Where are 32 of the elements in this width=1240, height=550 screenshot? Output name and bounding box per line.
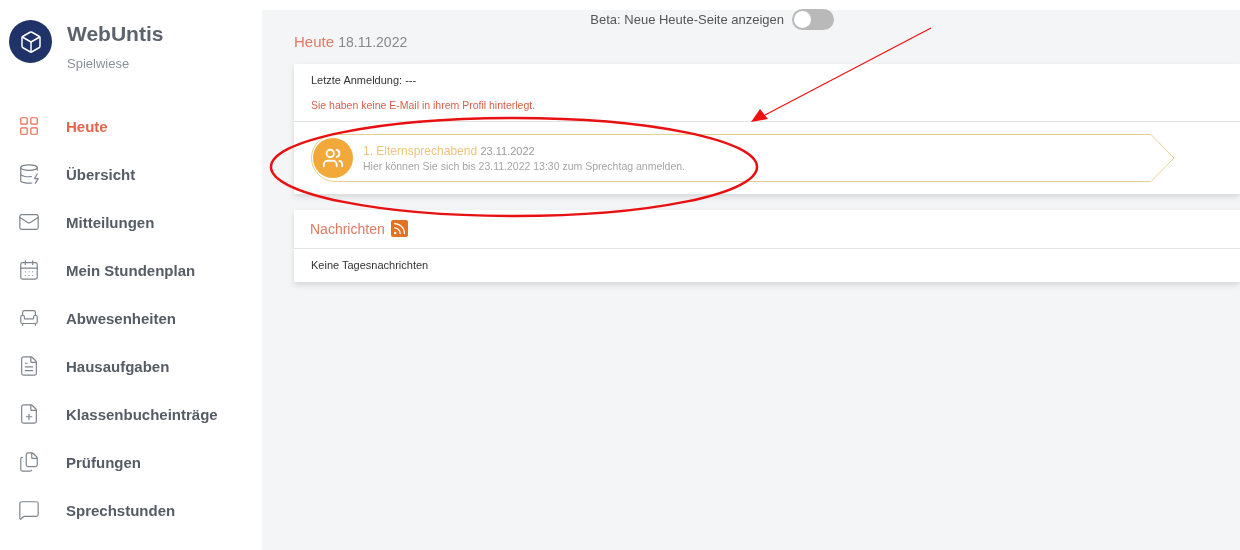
news-text: Keine Tagesnachrichten — [311, 259, 430, 271]
toggle-switch[interactable] — [792, 8, 834, 30]
document-icon — [18, 355, 40, 377]
sidebar-item[interactable]: Sprechstunden — [18, 495, 262, 525]
calendar-icon — [18, 259, 40, 281]
document-plus-icon — [18, 403, 40, 425]
last-login-text: Letzte Anmeldung: --- — [311, 74, 418, 86]
event-description: Hier können Sie sich bis 23.11.2022 13:30 zum Sprechtag anmelden. — [363, 160, 685, 172]
app-title: WebUntis — [67, 22, 164, 46]
event-date: 23.11.2022 — [480, 145, 535, 157]
email-warning: Sie haben keine E-Mail in ihrem Profil hinterlegt. — [311, 99, 537, 111]
news-title: Nachrichten — [310, 220, 385, 237]
sidebar-item[interactable]: Hausaufgaben — [18, 351, 262, 381]
database-icon — [18, 163, 40, 185]
sidebar-item[interactable]: Übersicht — [18, 159, 262, 189]
documents-icon — [18, 451, 40, 473]
rss-icon — [390, 220, 408, 237]
sidebar-item[interactable]: Mein Stundenplan — [18, 255, 262, 285]
sidebar-item[interactable]: Mitteilungen — [18, 207, 262, 237]
mail-icon — [18, 211, 40, 233]
page-date: 18.11.2022 — [338, 34, 408, 50]
toggle-label: Beta: Neue Heute-Seite anzeigen — [590, 11, 784, 27]
grid-icon — [18, 115, 40, 137]
chair-icon — [18, 307, 40, 329]
event-title: 1. Elternsprechabend — [363, 144, 478, 158]
app-subtitle: Spielwiese — [67, 56, 131, 71]
sidebar-item[interactable]: Klassenbucheinträge — [18, 399, 262, 429]
logo-icon — [9, 20, 52, 63]
speech-bubble-icon — [18, 499, 40, 521]
page-title: Heute — [294, 33, 335, 50]
sidebar-item[interactable]: Prüfungen — [18, 447, 262, 477]
sidebar-item[interactable]: Abwesenheiten — [18, 303, 262, 333]
